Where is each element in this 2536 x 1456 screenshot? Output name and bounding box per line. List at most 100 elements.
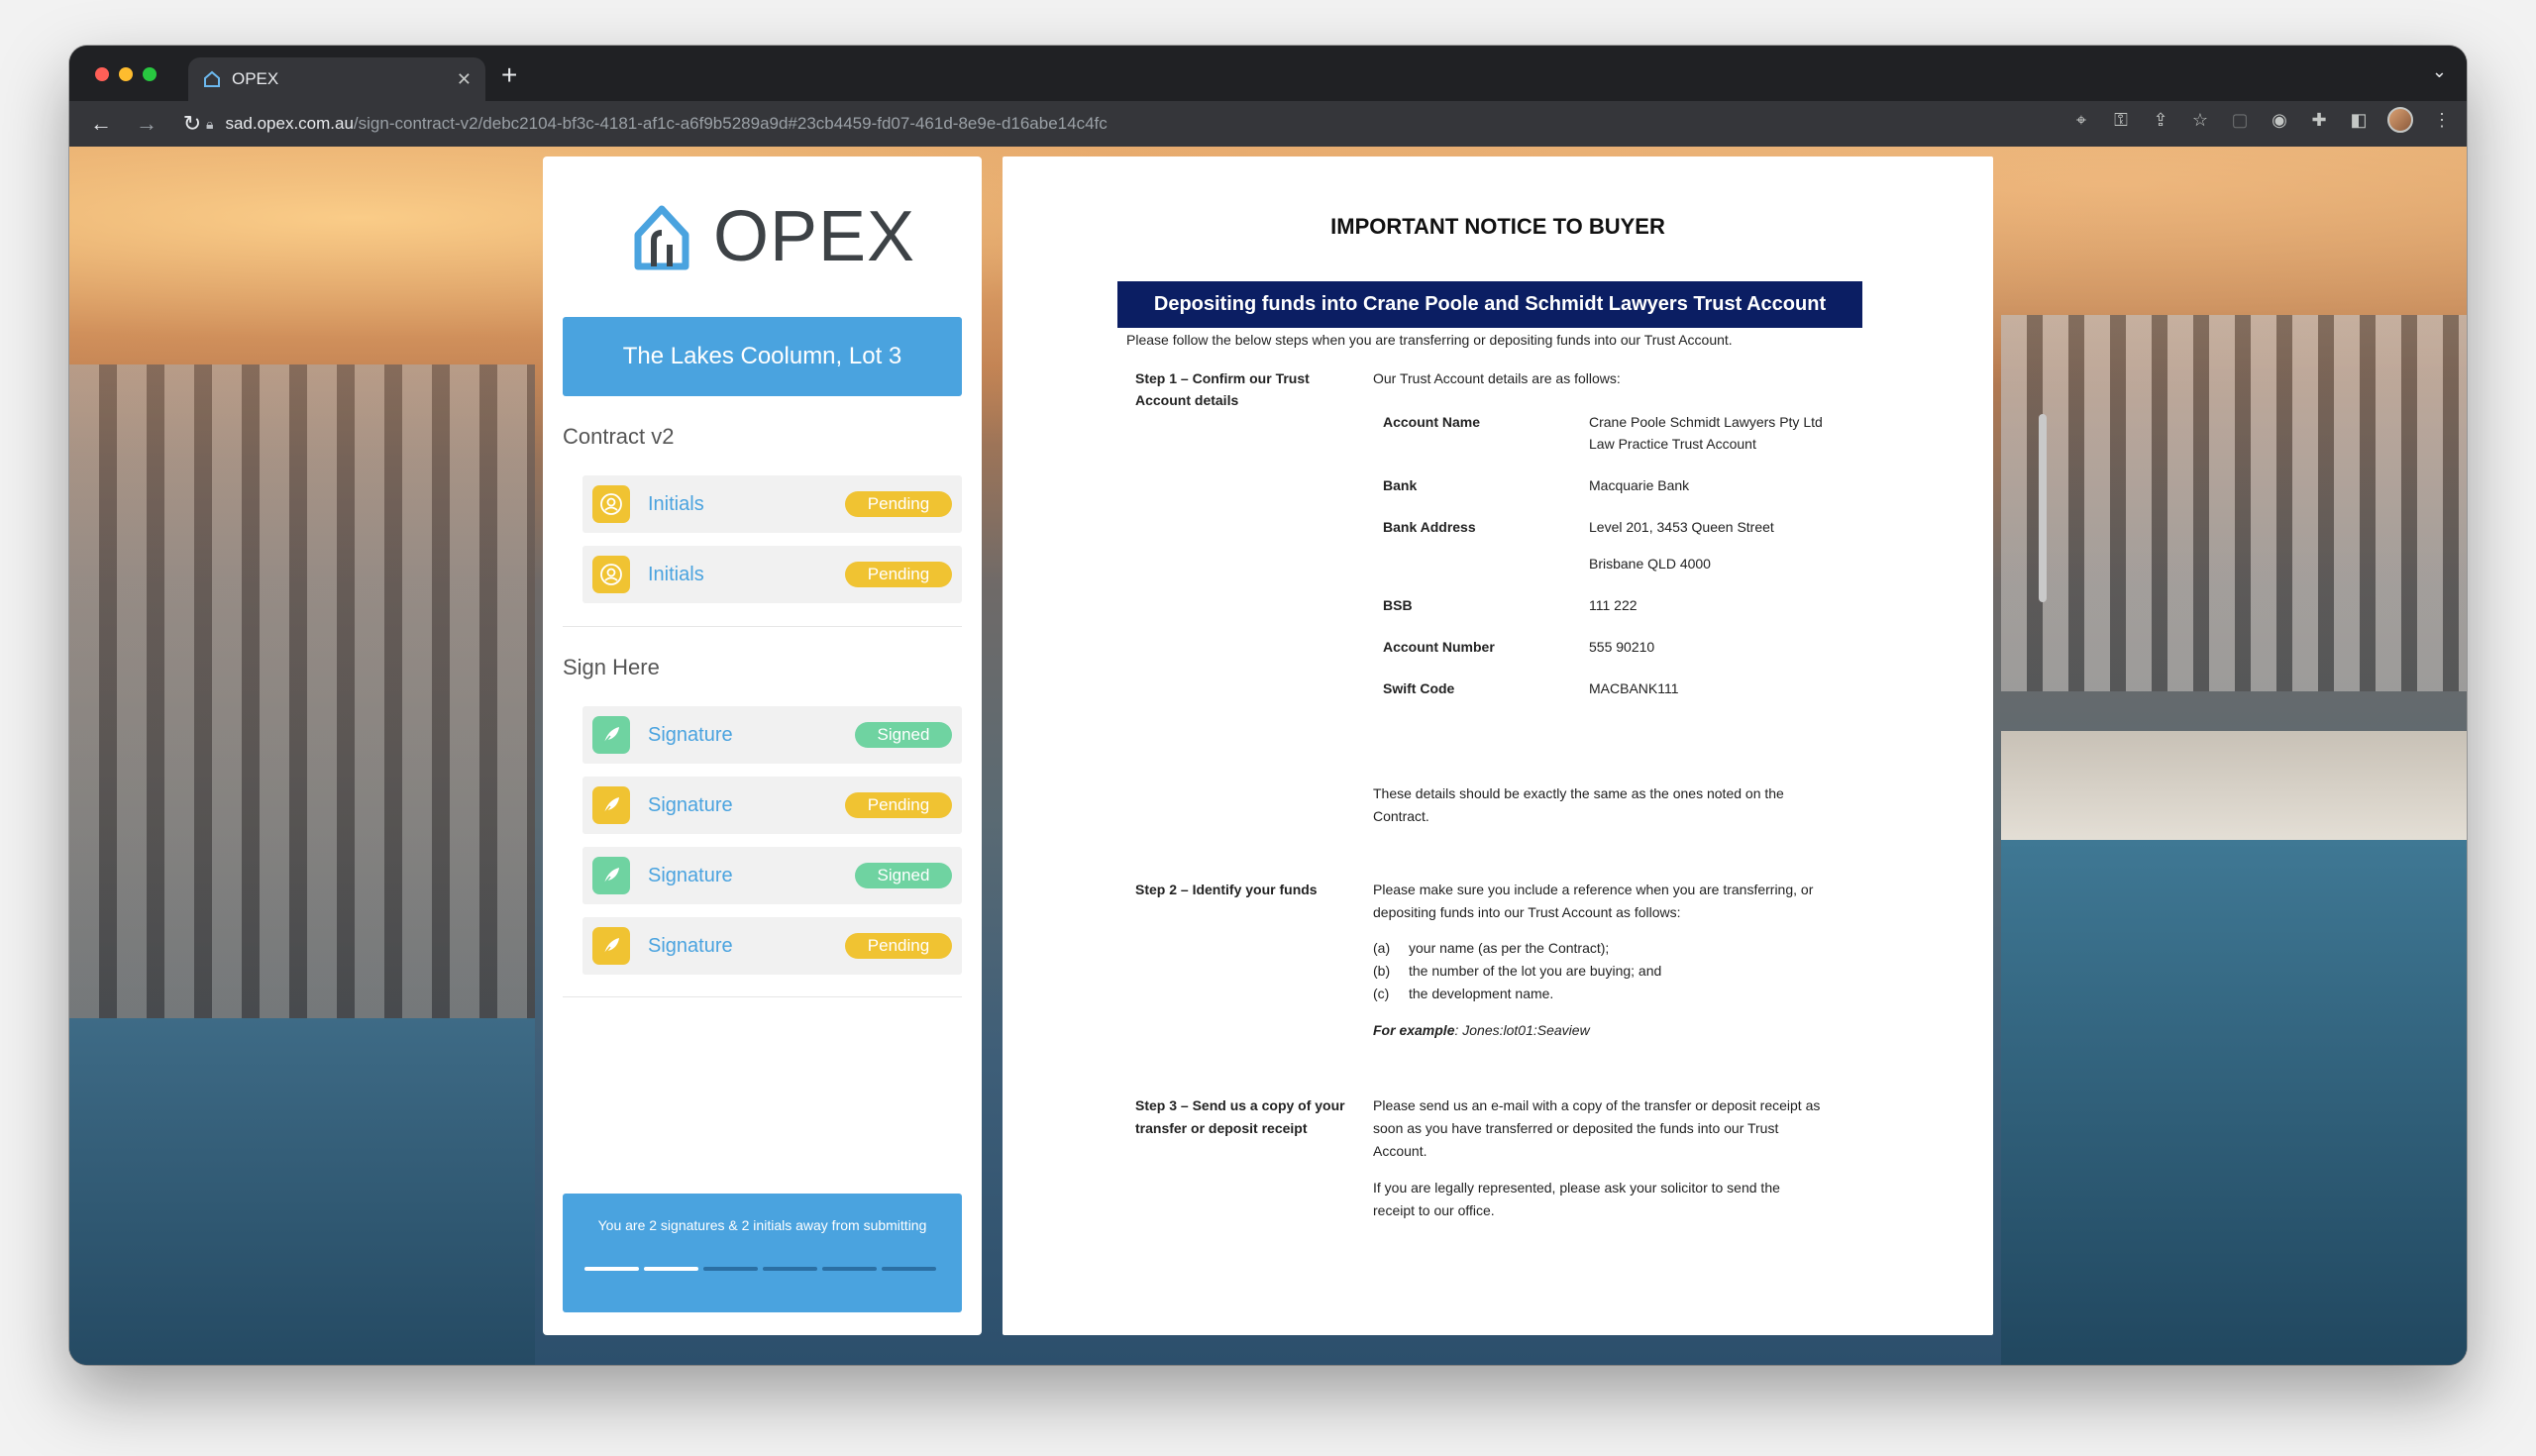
feather-pen-icon: [592, 716, 630, 754]
status-badge: Pending: [845, 491, 952, 517]
minimize-window-button[interactable]: [119, 67, 133, 81]
zoom-window-button[interactable]: [143, 67, 157, 81]
tab-bar: OPEX ✕ + ⌄: [69, 46, 2467, 101]
list-a-key: (a): [1373, 940, 1391, 956]
signature-item-1[interactable]: Signature Signed: [582, 706, 962, 764]
divider: [563, 996, 962, 997]
share-icon[interactable]: ⇪: [2150, 110, 2171, 131]
bsb-value: 111 222: [1589, 597, 1638, 613]
cast-icon[interactable]: ▢: [2229, 110, 2251, 131]
profile-avatar[interactable]: [2387, 107, 2413, 133]
url-path: /sign-contract-v2/debc2104-bf3c-4181-af1…: [353, 114, 1108, 133]
tab-close-icon[interactable]: ✕: [457, 69, 472, 90]
opex-house-icon: [634, 205, 689, 270]
step1-note-line1: These details should be exactly the same…: [1373, 785, 1784, 801]
step3-text-line5: receipt to our office.: [1373, 1202, 1495, 1218]
forward-icon[interactable]: →: [133, 111, 160, 137]
account-number-value: 555 90210: [1589, 639, 1655, 655]
document-scrollbar[interactable]: [2039, 414, 2047, 602]
signature-label: Signature: [648, 864, 733, 886]
initials-item-1[interactable]: Initials Pending: [582, 475, 962, 533]
progress-segment: [822, 1267, 877, 1271]
opex-logo: OPEX: [632, 196, 915, 277]
step3-title-line2: transfer or deposit receipt: [1135, 1120, 1308, 1136]
step3-text-line2: soon as you have transferred or deposite…: [1373, 1120, 1779, 1136]
progress-message: You are 2 signatures & 2 initials away f…: [597, 1217, 927, 1233]
status-badge: Signed: [855, 722, 952, 748]
contract-document[interactable]: IMPORTANT NOTICE TO BUYER Depositing fun…: [1003, 156, 1993, 1335]
address-bar[interactable]: 🔒︎ sad.opex.com.au /sign-contract-v2/deb…: [206, 105, 2108, 143]
sign-here-title: Sign Here: [563, 655, 660, 679]
menu-icon[interactable]: ⋮: [2431, 110, 2453, 131]
background-beach: [2001, 731, 2467, 850]
page-viewport: OPEX The Lakes Coolumn, Lot 3 Contract v…: [69, 147, 2467, 1365]
list-a-text: your name (as per the Contract);: [1409, 940, 1610, 956]
reload-icon[interactable]: ↻: [178, 111, 206, 137]
document-heading: IMPORTANT NOTICE TO BUYER: [1330, 214, 1665, 239]
feather-pen-icon: [592, 786, 630, 824]
account-name-line2: Law Practice Trust Account: [1589, 436, 1756, 452]
submission-progress: You are 2 signatures & 2 initials away f…: [563, 1194, 962, 1312]
account-name-line1: Crane Poole Schmidt Lawyers Pty Ltd: [1589, 414, 1823, 430]
list-c-key: (c): [1373, 986, 1390, 1001]
bookmark-star-icon[interactable]: ☆: [2189, 110, 2211, 131]
example-value: : Jones:lot01:Seaview: [1454, 1022, 1590, 1038]
swift-value: MACBANK111: [1589, 680, 1679, 696]
step3-text-line1: Please send us an e-mail with a copy of …: [1373, 1097, 1821, 1113]
camera-icon[interactable]: ◉: [2269, 110, 2290, 131]
back-icon[interactable]: ←: [87, 111, 115, 137]
signature-item-2[interactable]: Signature Pending: [582, 777, 962, 834]
feather-pen-icon: [592, 927, 630, 965]
bsb-label: BSB: [1383, 597, 1413, 613]
opex-favicon-icon: [204, 70, 220, 87]
account-name-label: Account Name: [1383, 414, 1481, 430]
divider: [563, 626, 962, 627]
progress-segments: [584, 1267, 936, 1271]
step3-text-line3: Account.: [1373, 1143, 1427, 1159]
step1-note-line2: Contract.: [1373, 808, 1429, 824]
key-icon[interactable]: ⚿: [2110, 110, 2132, 131]
tab-opex[interactable]: OPEX ✕: [188, 57, 485, 101]
initials-label: Initials: [648, 563, 704, 585]
logo-text: OPEX: [713, 197, 916, 276]
bank-address-line1: Level 201, 3453 Queen Street: [1589, 519, 1774, 535]
browser-toolbar: ← → ↻ 🔒︎ sad.opex.com.au /sign-contract-…: [69, 101, 2467, 147]
step3-title-line1: Step 3 – Send us a copy of your: [1135, 1097, 1345, 1113]
step1-title-line1: Step 1 – Confirm our Trust: [1135, 370, 1310, 386]
close-window-button[interactable]: [95, 67, 109, 81]
browser-window: OPEX ✕ + ⌄ ← → ↻ 🔒︎ sad.opex.com.au /sig…: [69, 46, 2467, 1365]
signature-item-4[interactable]: Signature Pending: [582, 917, 962, 975]
swift-label: Swift Code: [1383, 680, 1455, 696]
status-badge: Pending: [845, 933, 952, 959]
intro-text: Please follow the below steps when you a…: [1126, 332, 1733, 348]
initials-label: Initials: [648, 492, 704, 515]
signature-item-3[interactable]: Signature Signed: [582, 847, 962, 904]
location-icon[interactable]: ⌖: [2070, 110, 2092, 131]
signature-label: Signature: [648, 793, 733, 816]
step2-text-line1: Please make sure you include a reference…: [1373, 882, 1814, 897]
window-controls: [95, 67, 157, 81]
progress-segment: [703, 1267, 758, 1271]
progress-segment: [644, 1267, 698, 1271]
initials-item-2[interactable]: Initials Pending: [582, 546, 962, 603]
new-tab-button[interactable]: +: [501, 59, 517, 91]
signing-sidebar: OPEX The Lakes Coolumn, Lot 3 Contract v…: [543, 156, 982, 1335]
signature-label: Signature: [648, 723, 733, 746]
project-name-button[interactable]: The Lakes Coolumn, Lot 3: [563, 317, 962, 396]
initials-user-icon: [592, 485, 630, 523]
list-b-key: (b): [1373, 963, 1391, 979]
list-b-text: the number of the lot you are buying; an…: [1409, 963, 1662, 979]
tab-title: OPEX: [232, 69, 279, 88]
sidepanel-icon[interactable]: ◧: [2348, 110, 2370, 131]
status-badge: Pending: [845, 792, 952, 818]
initials-user-icon: [592, 556, 630, 593]
progress-segment: [763, 1267, 817, 1271]
bank-address-label: Bank Address: [1383, 519, 1476, 535]
step2-text-line2: depositing funds into our Trust Account …: [1373, 904, 1681, 920]
background-city-left: [69, 364, 535, 1058]
url-host: sad.opex.com.au: [225, 114, 354, 133]
progress-segment: [882, 1267, 936, 1271]
extensions-icon[interactable]: ✚: [2308, 110, 2330, 131]
tab-search-icon[interactable]: ⌄: [2432, 61, 2447, 82]
list-c-text: the development name.: [1409, 986, 1554, 1001]
